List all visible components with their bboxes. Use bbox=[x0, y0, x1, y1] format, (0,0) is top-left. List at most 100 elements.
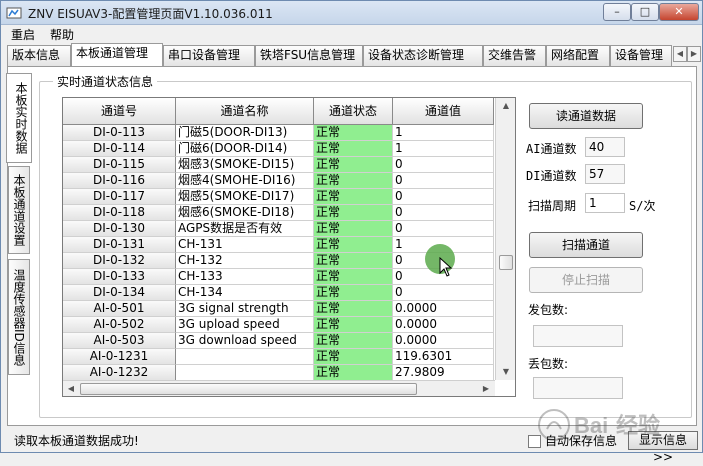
cell-channel-value[interactable]: 1 bbox=[393, 141, 494, 157]
table-row[interactable]: DI-0-114 门磁6(DOOR-DI14) 正常 1 bbox=[63, 141, 494, 157]
table-row[interactable]: DI-0-130 AGPS数据是否有效 正常 0 bbox=[63, 221, 494, 237]
cell-channel-name[interactable]: CH-132 bbox=[176, 253, 314, 269]
cell-channel-value[interactable]: 0 bbox=[393, 157, 494, 173]
table-row[interactable]: DI-0-116 烟感4(SMOHE-DI16) 正常 0 bbox=[63, 173, 494, 189]
cell-channel-id[interactable]: AI-0-503 bbox=[63, 333, 176, 349]
cell-channel-id[interactable]: AI-0-502 bbox=[63, 317, 176, 333]
cell-channel-name[interactable] bbox=[176, 349, 314, 365]
cell-channel-id[interactable]: DI-0-134 bbox=[63, 285, 176, 301]
cell-channel-id[interactable]: AI-0-1231 bbox=[63, 349, 176, 365]
cell-channel-name[interactable] bbox=[176, 365, 314, 381]
side-tab-channel-settings[interactable]: 本板通道设置 bbox=[8, 166, 30, 254]
header-channel-value[interactable]: 通道值 bbox=[393, 98, 494, 125]
horizontal-scroll-thumb[interactable] bbox=[80, 383, 417, 395]
tab-scroll-right-icon[interactable]: ▶ bbox=[687, 46, 701, 62]
read-channel-data-button[interactable]: 读通道数据 bbox=[529, 103, 643, 129]
cell-channel-status[interactable]: 正常 bbox=[314, 157, 393, 173]
cell-channel-name[interactable]: CH-134 bbox=[176, 285, 314, 301]
table-horizontal-scrollbar[interactable]: ◀ ▶ bbox=[63, 380, 495, 396]
cell-channel-status[interactable]: 正常 bbox=[314, 189, 393, 205]
cell-channel-id[interactable]: DI-0-114 bbox=[63, 141, 176, 157]
cell-channel-id[interactable]: DI-0-133 bbox=[63, 269, 176, 285]
header-channel-name[interactable]: 通道名称 bbox=[176, 98, 314, 125]
scan-period-input[interactable]: 1 bbox=[585, 193, 625, 213]
table-row[interactable]: DI-0-113 门磁5(DOOR-DI13) 正常 1 bbox=[63, 125, 494, 141]
cell-channel-id[interactable]: DI-0-118 bbox=[63, 205, 176, 221]
cell-channel-status[interactable]: 正常 bbox=[314, 301, 393, 317]
cell-channel-value[interactable]: 0.0000 bbox=[393, 333, 494, 349]
maximize-button[interactable]: □ bbox=[631, 3, 659, 21]
cell-channel-value[interactable]: 0.0000 bbox=[393, 317, 494, 333]
cell-channel-status[interactable]: 正常 bbox=[314, 285, 393, 301]
tab-serial-device[interactable]: 串口设备管理 bbox=[163, 45, 255, 66]
tab-board-channel[interactable]: 本板通道管理 bbox=[71, 43, 163, 66]
cell-channel-status[interactable]: 正常 bbox=[314, 269, 393, 285]
cell-channel-name[interactable]: 门磁6(DOOR-DI14) bbox=[176, 141, 314, 157]
table-row[interactable]: AI-0-501 3G signal strength 正常 0.0000 bbox=[63, 301, 494, 317]
cell-channel-id[interactable]: DI-0-116 bbox=[63, 173, 176, 189]
cell-channel-value[interactable]: 0 bbox=[393, 285, 494, 301]
cell-channel-id[interactable]: DI-0-130 bbox=[63, 221, 176, 237]
cell-channel-name[interactable]: 3G upload speed bbox=[176, 317, 314, 333]
cell-channel-value[interactable]: 0 bbox=[393, 173, 494, 189]
cell-channel-value[interactable]: 0 bbox=[393, 205, 494, 221]
cell-channel-name[interactable]: CH-133 bbox=[176, 269, 314, 285]
minimize-button[interactable]: – bbox=[603, 3, 631, 21]
close-button[interactable]: ✕ bbox=[659, 3, 699, 21]
table-row[interactable]: AI-0-1231 正常 119.6301 bbox=[63, 349, 494, 365]
table-row[interactable]: DI-0-133 CH-133 正常 0 bbox=[63, 269, 494, 285]
cell-channel-name[interactable]: 3G signal strength bbox=[176, 301, 314, 317]
cell-channel-value[interactable]: 119.6301 bbox=[393, 349, 494, 365]
tab-tower-fsu[interactable]: 铁塔FSU信息管理 bbox=[255, 45, 363, 66]
table-row[interactable]: DI-0-134 CH-134 正常 0 bbox=[63, 285, 494, 301]
cell-channel-status[interactable]: 正常 bbox=[314, 349, 393, 365]
cell-channel-name[interactable]: CH-131 bbox=[176, 237, 314, 253]
scan-channel-button[interactable]: 扫描通道 bbox=[529, 232, 643, 258]
cell-channel-status[interactable]: 正常 bbox=[314, 205, 393, 221]
table-row[interactable]: AI-0-503 3G download speed 正常 0.0000 bbox=[63, 333, 494, 349]
scroll-down-icon[interactable]: ▼ bbox=[498, 364, 514, 380]
cell-channel-id[interactable]: DI-0-115 bbox=[63, 157, 176, 173]
cell-channel-status[interactable]: 正常 bbox=[314, 365, 393, 381]
cell-channel-status[interactable]: 正常 bbox=[314, 141, 393, 157]
cell-channel-value[interactable]: 27.9809 bbox=[393, 365, 494, 381]
cell-channel-status[interactable]: 正常 bbox=[314, 173, 393, 189]
tab-device-management[interactable]: 设备管理 bbox=[610, 45, 672, 66]
cell-channel-name[interactable]: 3G download speed bbox=[176, 333, 314, 349]
side-tab-temperature-sensor[interactable]: 温度传感器ID信息 bbox=[8, 259, 30, 375]
side-tab-realtime-data[interactable]: 本板实时数据 bbox=[6, 73, 32, 163]
cell-channel-status[interactable]: 正常 bbox=[314, 237, 393, 253]
cell-channel-id[interactable]: DI-0-117 bbox=[63, 189, 176, 205]
cell-channel-id[interactable]: AI-0-1232 bbox=[63, 365, 176, 381]
stop-scan-button[interactable]: 停止扫描 bbox=[529, 267, 643, 293]
table-row[interactable]: DI-0-115 烟感3(SMOKE-DI15) 正常 0 bbox=[63, 157, 494, 173]
cell-channel-status[interactable]: 正常 bbox=[314, 333, 393, 349]
cell-channel-status[interactable]: 正常 bbox=[314, 317, 393, 333]
cell-channel-status[interactable]: 正常 bbox=[314, 221, 393, 237]
vertical-scroll-thumb[interactable] bbox=[499, 255, 513, 270]
table-row[interactable]: AI-0-502 3G upload speed 正常 0.0000 bbox=[63, 317, 494, 333]
cell-channel-id[interactable]: DI-0-132 bbox=[63, 253, 176, 269]
menu-restart[interactable]: 重启 bbox=[7, 26, 39, 43]
cell-channel-name[interactable]: 烟感4(SMOHE-DI16) bbox=[176, 173, 314, 189]
cell-channel-name[interactable]: 烟感5(SMOKE-DI17) bbox=[176, 189, 314, 205]
cell-channel-value[interactable]: 0.0000 bbox=[393, 301, 494, 317]
cell-channel-status[interactable]: 正常 bbox=[314, 125, 393, 141]
cell-channel-id[interactable]: AI-0-501 bbox=[63, 301, 176, 317]
menu-help[interactable]: 帮助 bbox=[46, 26, 78, 43]
cell-channel-status[interactable]: 正常 bbox=[314, 253, 393, 269]
header-channel-id[interactable]: 通道号 bbox=[63, 98, 176, 125]
cell-channel-value[interactable]: 1 bbox=[393, 125, 494, 141]
header-channel-status[interactable]: 通道状态 bbox=[314, 98, 393, 125]
table-row[interactable]: AI-0-1232 正常 27.9809 bbox=[63, 365, 494, 381]
cell-channel-id[interactable]: DI-0-113 bbox=[63, 125, 176, 141]
cell-channel-name[interactable]: 烟感6(SMOKE-DI18) bbox=[176, 205, 314, 221]
cell-channel-value[interactable]: 0 bbox=[393, 221, 494, 237]
cell-channel-value[interactable]: 0 bbox=[393, 189, 494, 205]
tab-version-info[interactable]: 版本信息 bbox=[7, 45, 71, 66]
scroll-up-icon[interactable]: ▲ bbox=[498, 98, 514, 114]
cell-channel-name[interactable]: AGPS数据是否有效 bbox=[176, 221, 314, 237]
cell-channel-name[interactable]: 门磁5(DOOR-DI13) bbox=[176, 125, 314, 141]
table-row[interactable]: DI-0-117 烟感5(SMOKE-DI17) 正常 0 bbox=[63, 189, 494, 205]
cell-channel-id[interactable]: DI-0-131 bbox=[63, 237, 176, 253]
